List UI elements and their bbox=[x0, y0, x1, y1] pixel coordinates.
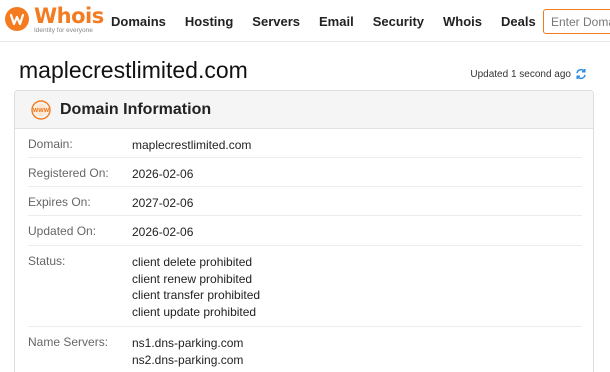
last-updated-text: Updated 1 second ago bbox=[470, 68, 571, 80]
name-server-item: ns1.dns-parking.com bbox=[132, 336, 244, 350]
row-label: Domain: bbox=[28, 137, 73, 151]
row-label: Updated On: bbox=[28, 224, 97, 238]
card-header: WWW Domain Information bbox=[15, 91, 593, 129]
nav-email[interactable]: Email bbox=[319, 14, 354, 29]
name-server-item: ns2.dns-parking.com bbox=[132, 352, 244, 367]
logo-text: Whois bbox=[34, 4, 104, 28]
row-label: Registered On: bbox=[28, 166, 109, 180]
domain-search-input[interactable] bbox=[543, 9, 610, 34]
whois-logo[interactable]: Whois Identity for everyone bbox=[4, 4, 104, 36]
logo-icon bbox=[5, 7, 29, 31]
row-label: Status: bbox=[28, 254, 66, 268]
nav-security[interactable]: Security bbox=[373, 14, 424, 29]
nav-deals[interactable]: Deals bbox=[501, 14, 536, 29]
page-title: maplecrestlimited.com bbox=[19, 57, 248, 83]
status-item: client transfer prohibited bbox=[132, 288, 261, 302]
row-domain: Domain: maplecrestlimited.com bbox=[28, 129, 582, 158]
svg-text:WWW: WWW bbox=[33, 108, 50, 114]
status-item: client delete prohibited bbox=[132, 255, 253, 269]
last-updated: Updated 1 second ago bbox=[470, 68, 587, 80]
nav-hosting[interactable]: Hosting bbox=[185, 14, 233, 29]
main-nav: Domains Hosting Servers Email Security W… bbox=[111, 0, 555, 42]
row-value: 2026-02-06 bbox=[132, 225, 194, 239]
nav-servers[interactable]: Servers bbox=[252, 14, 300, 29]
status-item: client update prohibited bbox=[132, 304, 257, 319]
name-server-list: ns1.dns-parking.com ns2.dns-parking.com bbox=[132, 335, 243, 368]
row-expires-on: Expires On: 2027-02-06 bbox=[28, 187, 582, 216]
row-value: 2026-02-06 bbox=[132, 167, 194, 181]
row-label: Name Servers: bbox=[28, 335, 109, 349]
row-label: Expires On: bbox=[28, 195, 91, 209]
row-registered-on: Registered On: 2026-02-06 bbox=[28, 158, 582, 187]
refresh-icon[interactable] bbox=[575, 68, 587, 80]
row-status: Status: client delete prohibited client … bbox=[28, 246, 582, 327]
nav-whois[interactable]: Whois bbox=[443, 14, 482, 29]
card-title: Domain Information bbox=[60, 101, 212, 118]
row-name-servers: Name Servers: ns1.dns-parking.com ns2.dn… bbox=[28, 327, 582, 372]
row-value: 2027-02-06 bbox=[132, 196, 194, 210]
status-item: client renew prohibited bbox=[132, 271, 253, 286]
status-list: client delete prohibited client renew pr… bbox=[132, 254, 260, 320]
www-globe-icon: WWW bbox=[31, 100, 51, 120]
nav-domains[interactable]: Domains bbox=[111, 14, 166, 29]
domain-information-card: WWW Domain Information Domain: maplecres… bbox=[14, 90, 594, 372]
row-updated-on: Updated On: 2026-02-06 bbox=[28, 216, 582, 246]
logo-tagline: Identity for everyone bbox=[34, 27, 93, 34]
top-navigation-bar: Whois Identity for everyone Domains Host… bbox=[0, 0, 610, 42]
row-value: maplecrestlimited.com bbox=[132, 138, 252, 152]
